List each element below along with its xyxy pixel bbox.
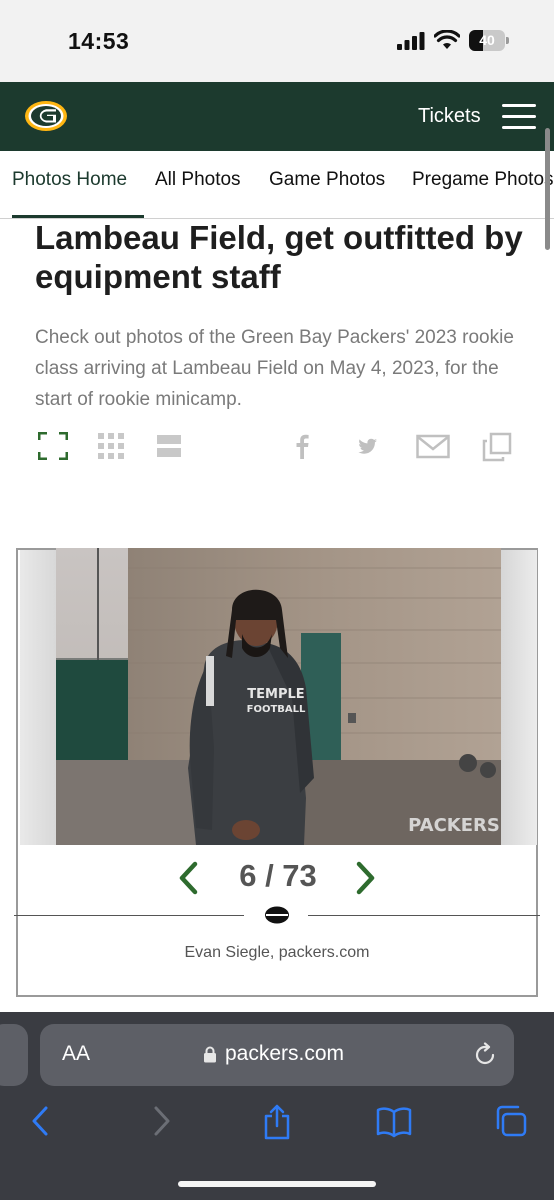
- tab-all-photos[interactable]: All Photos: [155, 169, 241, 191]
- photo-gallery: TEMPLE FOOTBALL PACKERS 6 / 73 Evan Sieg…: [16, 548, 538, 997]
- fullscreen-icon[interactable]: [38, 432, 68, 460]
- text-size-label: AA: [62, 1042, 91, 1065]
- tab-game-photos[interactable]: Game Photos: [269, 169, 385, 191]
- divider-left: [14, 915, 244, 916]
- back-icon[interactable]: [28, 1104, 54, 1138]
- previous-tab-pill[interactable]: [0, 1024, 28, 1086]
- battery-icon: 40: [469, 30, 509, 51]
- status-bar: 14:53 40: [0, 0, 554, 82]
- wifi-icon: [434, 30, 460, 49]
- svg-text:TEMPLE: TEMPLE: [247, 687, 304, 702]
- article-description: Check out photos of the Green Bay Packer…: [35, 327, 514, 410]
- grid-view-icon[interactable]: [98, 432, 125, 460]
- hamburger-menu-icon[interactable]: [502, 102, 538, 132]
- packers-watermark: PACKERS: [408, 815, 500, 836]
- list-view-icon[interactable]: [157, 432, 181, 460]
- site-header: Tickets: [0, 82, 554, 151]
- previous-photo-peek[interactable]: [20, 550, 56, 845]
- reload-icon[interactable]: [472, 1042, 498, 1068]
- photo-counter: 6 / 73: [239, 858, 317, 893]
- previous-photo-chevron-icon[interactable]: [173, 858, 203, 898]
- svg-text:FOOTBALL: FOOTBALL: [247, 704, 306, 715]
- photo-nav-tabs: Photos Home All Photos Game Photos Prega…: [0, 151, 554, 219]
- twitter-icon[interactable]: [358, 432, 378, 460]
- address-bar[interactable]: AA packers.com: [40, 1024, 514, 1086]
- bookmarks-icon[interactable]: [376, 1104, 412, 1138]
- next-photo-peek[interactable]: [501, 550, 537, 845]
- home-indicator[interactable]: [178, 1181, 376, 1187]
- facebook-icon[interactable]: [294, 432, 310, 460]
- divider-right: [308, 915, 540, 916]
- gallery-photo[interactable]: TEMPLE FOOTBALL PACKERS: [56, 548, 501, 845]
- football-divider-icon: [265, 906, 289, 924]
- cellular-signal-icon: [397, 32, 425, 50]
- forward-icon[interactable]: [148, 1104, 174, 1138]
- gallery-pagination: 6 / 73: [18, 850, 536, 900]
- tab-photos-home[interactable]: Photos Home: [12, 169, 127, 191]
- battery-percent: 40: [479, 32, 495, 48]
- text-size-button[interactable]: AA: [62, 1042, 90, 1066]
- share-icon[interactable]: [262, 1104, 292, 1140]
- article-headline: Lambeau Field, get outfitted by equipmen…: [35, 219, 523, 295]
- copy-link-icon[interactable]: [482, 432, 512, 462]
- packers-g-logo-icon[interactable]: [24, 100, 68, 132]
- lock-icon: [204, 1046, 216, 1063]
- email-icon[interactable]: [416, 432, 450, 460]
- tab-pregame-photos[interactable]: Pregame Photos: [412, 169, 554, 191]
- status-time: 14:53: [68, 28, 130, 54]
- tabs-icon[interactable]: [494, 1104, 528, 1138]
- url-text: packers.com: [225, 1042, 345, 1065]
- tickets-link[interactable]: Tickets: [418, 105, 481, 128]
- browser-toolbar: AA packers.com: [0, 1012, 554, 1200]
- photo-credit: Evan Siegle, packers.com: [184, 944, 370, 961]
- next-photo-chevron-icon[interactable]: [351, 858, 381, 898]
- page-scrollbar[interactable]: [545, 128, 550, 250]
